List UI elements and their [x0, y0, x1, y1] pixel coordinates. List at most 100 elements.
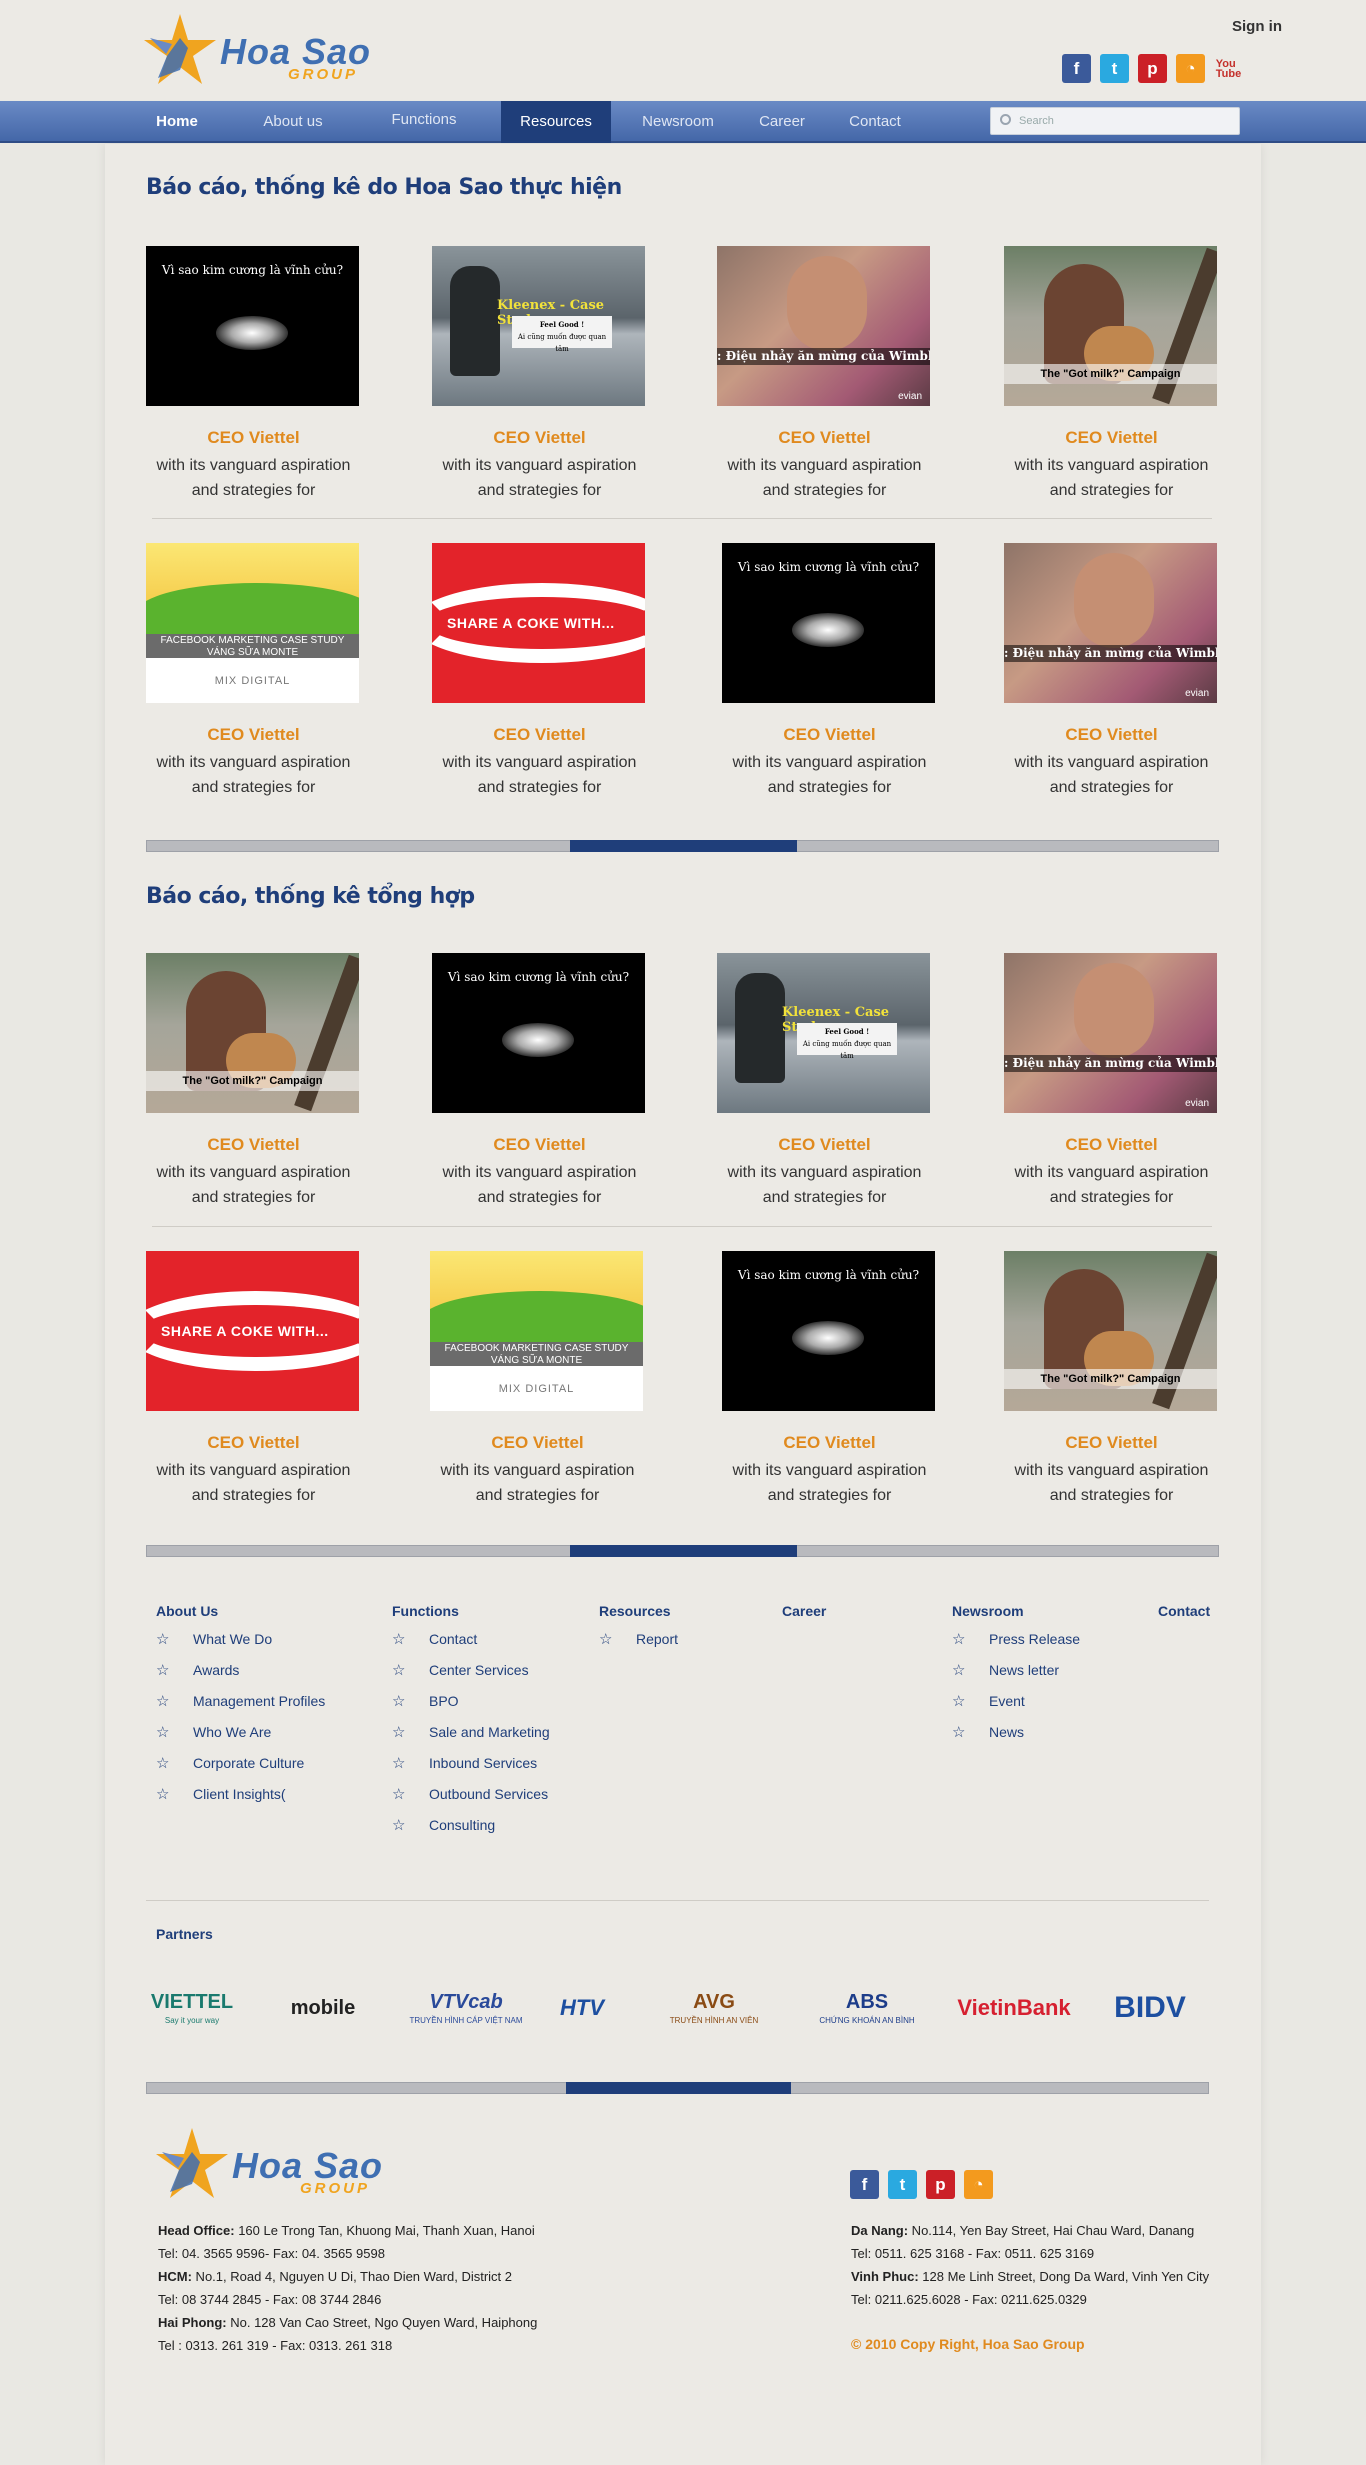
thumbnail-image[interactable]: : Điệu nhảy ăn mừng của Wimbledon evian [717, 246, 930, 406]
partner-logo-vietinbank[interactable]: VietinBank [946, 1978, 1082, 2038]
card-title[interactable]: CEO Viettel [717, 1135, 932, 1155]
nav-resources[interactable]: Resources [501, 101, 611, 143]
footer-link[interactable]: ☆ Outbound Services [392, 1779, 550, 1810]
pinterest-icon[interactable]: p [1138, 54, 1167, 83]
footer-link[interactable]: ☆ Inbound Services [392, 1748, 550, 1779]
facebook-icon[interactable]: f [850, 2170, 879, 2199]
report-card[interactable]: : Điệu nhảy ăn mừng của Wimbledon evian CE… [717, 246, 932, 511]
footer-link[interactable]: ☆ Management Profiles [156, 1686, 325, 1717]
pinterest-icon[interactable]: p [926, 2170, 955, 2199]
thumbnail-image[interactable]: Vì sao kim cương là vĩnh cửu? [146, 246, 359, 406]
card-title[interactable]: CEO Viettel [432, 1135, 647, 1155]
footer-link[interactable]: ☆ What We Do [156, 1624, 325, 1655]
footer-link[interactable]: ☆ Corporate Culture [156, 1748, 325, 1779]
footer-link[interactable]: ☆ Press Release [952, 1624, 1080, 1655]
twitter-icon[interactable]: t [888, 2170, 917, 2199]
card-title[interactable]: CEO Viettel [1004, 428, 1219, 448]
report-card[interactable]: : Điệu nhảy ăn mừng của Wimbledon evian CE… [1004, 953, 1219, 1218]
nav-career[interactable]: Career [746, 101, 818, 143]
rss-icon[interactable]: ◔ [964, 2170, 993, 2199]
footer-link[interactable]: ☆ Contact [392, 1624, 550, 1655]
card-title[interactable]: CEO Viettel [1004, 725, 1219, 745]
carousel-progress[interactable] [146, 840, 1219, 852]
thumbnail-image[interactable]: The "Got milk?" Campaign [146, 953, 359, 1113]
footer-link[interactable]: ☆ Who We Are [156, 1717, 325, 1748]
nav-about-us[interactable]: About us [248, 101, 338, 143]
partner-logo-htv[interactable]: HTV [546, 1978, 618, 2038]
footer-link[interactable]: ☆ Consulting [392, 1810, 550, 1841]
footer-link[interactable]: ☆ News letter [952, 1655, 1080, 1686]
report-card[interactable]: Vì sao kim cương là vĩnh cửu? CEO Viettel… [146, 246, 361, 511]
report-card[interactable]: The "Got milk?" Campaign CEO Viettel with … [1004, 1251, 1219, 1516]
report-card[interactable]: SHARE A COKE WITH... CEO Viettel with its … [432, 543, 647, 808]
thumbnail-image[interactable]: The "Got milk?" Campaign [1004, 1251, 1217, 1411]
report-card[interactable]: Vì sao kim cương là vĩnh cửu? CEO Viettel… [722, 1251, 937, 1516]
partner-logo-abs[interactable]: ABS CHỨNG KHOÁN AN BÌNH [805, 1978, 929, 2038]
thumbnail-image[interactable]: Vì sao kim cương là vĩnh cửu? [722, 1251, 935, 1411]
report-card[interactable]: The "Got milk?" Campaign CEO Viettel with … [146, 953, 361, 1218]
thumbnail-image[interactable]: Vì sao kim cương là vĩnh cửu? [722, 543, 935, 703]
thumbnail-image[interactable]: Kleenex - Case StudyFeel Good !Ai cũng m… [717, 953, 930, 1113]
thumbnail-image[interactable]: SHARE A COKE WITH... [432, 543, 645, 703]
footer-link[interactable]: ☆ Sale and Marketing [392, 1717, 550, 1748]
card-title[interactable]: CEO Viettel [146, 725, 361, 745]
thumbnail-image[interactable]: FACEBOOK MARKETING CASE STUDY VÁNG SỮA MO… [430, 1251, 643, 1411]
report-card[interactable]: FACEBOOK MARKETING CASE STUDY VÁNG SỮA MO… [430, 1251, 645, 1516]
nav-newsroom[interactable]: Newsroom [630, 101, 726, 143]
footer-link[interactable]: ☆ Awards [156, 1655, 325, 1686]
report-card[interactable]: The "Got milk?" Campaign CEO Viettel with … [1004, 246, 1219, 511]
thumbnail-image[interactable]: Kleenex - Case StudyFeel Good !Ai cũng m… [432, 246, 645, 406]
footer-link[interactable]: ☆ News [952, 1717, 1080, 1748]
search-input[interactable]: Search [990, 107, 1240, 135]
partner-logo-mobile[interactable]: mobile [258, 1978, 388, 2038]
thumbnail-image[interactable]: The "Got milk?" Campaign [1004, 246, 1217, 406]
report-card[interactable]: Vì sao kim cương là vĩnh cửu? CEO Viettel… [432, 953, 647, 1218]
card-title[interactable]: CEO Viettel [722, 1433, 937, 1453]
carousel-progress[interactable] [146, 2082, 1209, 2094]
report-card[interactable]: SHARE A COKE WITH... CEO Viettel with its … [146, 1251, 361, 1516]
thumbnail-image[interactable]: : Điệu nhảy ăn mừng của Wimbledon evian [1004, 543, 1217, 703]
carousel-progress[interactable] [146, 1545, 1219, 1557]
logo[interactable]: Hoa Sao GROUP [140, 8, 370, 86]
card-title[interactable]: CEO Viettel [1004, 1135, 1219, 1155]
partner-logo-vtvcab[interactable]: VTVcab TRUYỀN HÌNH CÁP VIỆT NAM [407, 1978, 525, 2038]
footer-link[interactable]: ☆ BPO [392, 1686, 550, 1717]
report-card[interactable]: : Điệu nhảy ăn mừng của Wimbledon evian CE… [1004, 543, 1219, 808]
card-title[interactable]: CEO Viettel [146, 1433, 361, 1453]
card-title[interactable]: CEO Viettel [432, 725, 647, 745]
report-card[interactable]: Kleenex - Case StudyFeel Good !Ai cũng m… [432, 246, 647, 511]
card-title[interactable]: CEO Viettel [432, 428, 647, 448]
rss-icon[interactable]: ◔ [1176, 54, 1205, 83]
footer-logo[interactable]: Hoa Sao GROUP [152, 2122, 382, 2200]
card-title[interactable]: CEO Viettel [146, 1135, 361, 1155]
card-title[interactable]: CEO Viettel [146, 428, 361, 448]
report-card[interactable]: Vì sao kim cương là vĩnh cửu? CEO Viettel… [722, 543, 937, 808]
footer-link[interactable]: ☆ Center Services [392, 1655, 550, 1686]
footer-column-title[interactable]: About Us [156, 1603, 325, 1619]
nav-functions[interactable]: Functions [378, 101, 470, 143]
footer-column-title[interactable]: Functions [392, 1603, 550, 1619]
thumbnail-image[interactable]: Vì sao kim cương là vĩnh cửu? [432, 953, 645, 1113]
report-card[interactable]: FACEBOOK MARKETING CASE STUDY VÁNG SỮA MO… [146, 543, 361, 808]
footer-column-title[interactable]: Career [782, 1603, 826, 1619]
footer-column-title[interactable]: Newsroom [952, 1603, 1080, 1619]
footer-link[interactable]: ☆ Report [599, 1624, 678, 1655]
sign-in-link[interactable]: Sign in [1232, 18, 1282, 35]
nav-contact[interactable]: Contact [836, 101, 914, 143]
card-title[interactable]: CEO Viettel [722, 725, 937, 745]
partner-logo-bidv[interactable]: BIDV [1092, 1978, 1208, 2038]
card-title[interactable]: CEO Viettel [430, 1433, 645, 1453]
facebook-icon[interactable]: f [1062, 54, 1091, 83]
footer-link[interactable]: ☆ Client Insights( [156, 1779, 325, 1810]
twitter-icon[interactable]: t [1100, 54, 1129, 83]
thumbnail-image[interactable]: SHARE A COKE WITH... [146, 1251, 359, 1411]
footer-column-title[interactable]: Resources [599, 1603, 678, 1619]
footer-link[interactable]: ☆ Event [952, 1686, 1080, 1717]
card-title[interactable]: CEO Viettel [717, 428, 932, 448]
nav-home[interactable]: Home [140, 101, 214, 143]
footer-column-title[interactable]: Contact [1158, 1603, 1210, 1619]
thumbnail-image[interactable]: : Điệu nhảy ăn mừng của Wimbledon evian [1004, 953, 1217, 1113]
card-title[interactable]: CEO Viettel [1004, 1433, 1219, 1453]
partner-logo-viettel[interactable]: VIETTEL Say it your way [148, 1978, 236, 2038]
report-card[interactable]: Kleenex - Case StudyFeel Good !Ai cũng m… [717, 953, 932, 1218]
